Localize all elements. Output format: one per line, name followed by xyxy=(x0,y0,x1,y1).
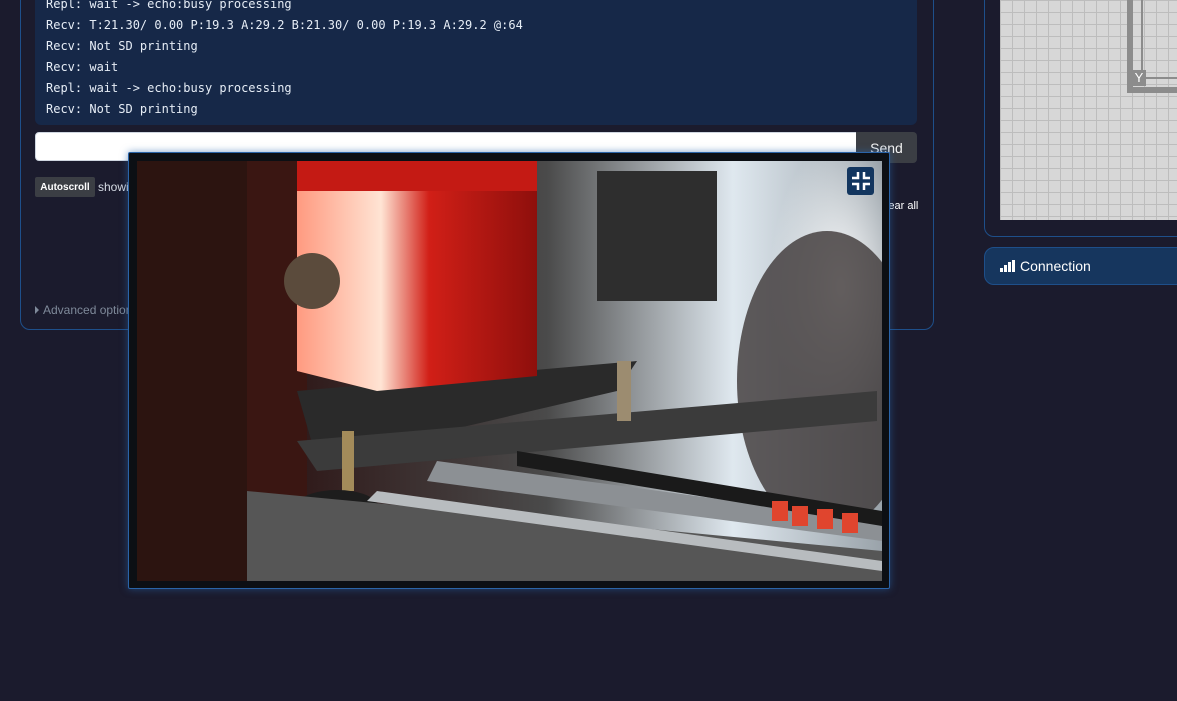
signal-icon xyxy=(1000,260,1015,272)
terminal-line: Repl: wait -> echo:busy processing xyxy=(46,0,292,11)
advanced-options-toggle[interactable]: Advanced option xyxy=(35,303,132,317)
compress-icon xyxy=(851,172,870,190)
terminal-line: Recv: Not SD printing xyxy=(46,102,198,116)
advanced-options-label: Advanced option xyxy=(43,303,133,317)
caret-right-icon xyxy=(35,306,39,314)
exit-fullscreen-button[interactable] xyxy=(847,167,874,195)
webcam-stream xyxy=(137,161,882,581)
y-axis-label: Y xyxy=(1132,70,1146,86)
bed-outline xyxy=(1127,0,1177,93)
connection-header[interactable]: Connection xyxy=(984,247,1177,285)
terminal-line: Recv: Not SD printing xyxy=(46,39,198,53)
terminal-line: Repl: wait -> echo:busy processing xyxy=(46,81,292,95)
terminal-output: Repl: wait -> echo:busy processing Recv:… xyxy=(35,0,917,125)
connection-title: Connection xyxy=(1020,258,1091,274)
autoscroll-button[interactable]: Autoscroll xyxy=(35,177,95,197)
terminal-line: Recv: wait xyxy=(46,60,119,74)
terminal-line: Recv: T:21.30/ 0.00 P:19.3 A:29.2 B:21.3… xyxy=(46,18,523,32)
